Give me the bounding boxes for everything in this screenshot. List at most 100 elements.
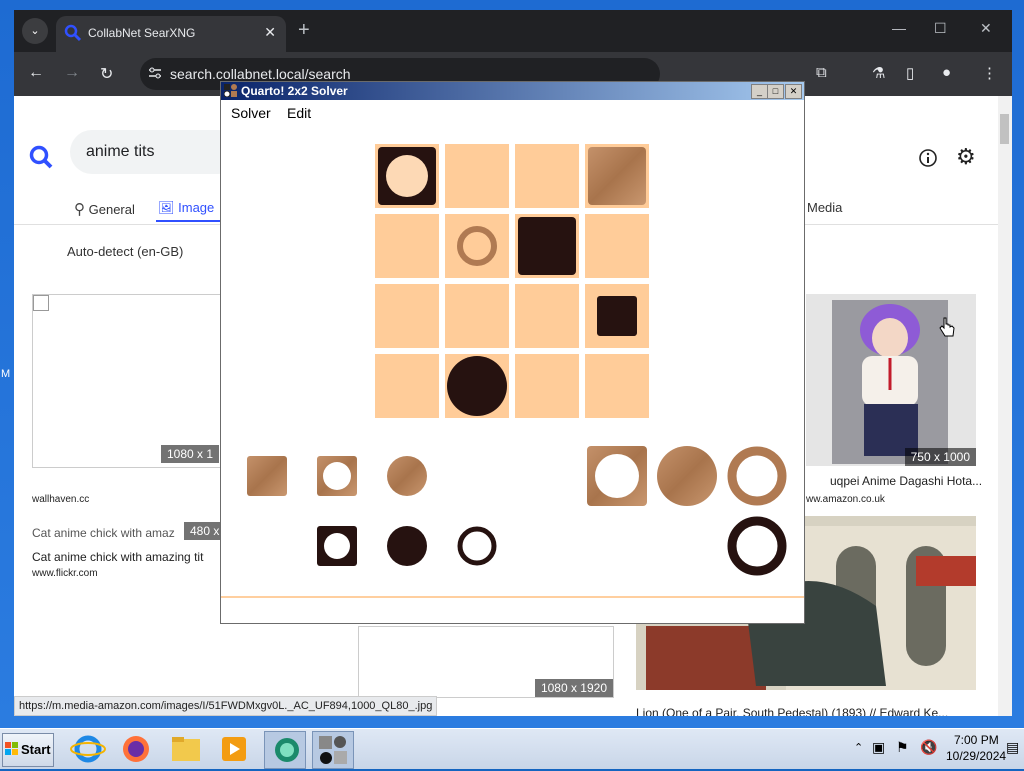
tray-expand-icon[interactable]: ⌃ bbox=[854, 741, 863, 754]
board-cell[interactable] bbox=[585, 214, 649, 278]
result-source[interactable]: www.flickr.com bbox=[32, 568, 98, 579]
search-icon: ⚲ bbox=[74, 201, 85, 218]
placed-piece-dark-round[interactable] bbox=[447, 356, 507, 416]
tab-title: CollabNet SearXNG bbox=[88, 26, 196, 40]
board-cell[interactable] bbox=[585, 354, 649, 418]
folder-icon bbox=[172, 737, 200, 761]
image-result-3[interactable]: 1080 x 1920 bbox=[358, 626, 614, 698]
taskbar-quarto-button[interactable] bbox=[312, 731, 354, 769]
image-size-badge: 750 x 1000 bbox=[904, 448, 976, 466]
available-piece-dark-small-round-hollow[interactable] bbox=[457, 526, 497, 566]
media-player-icon bbox=[222, 737, 246, 761]
close-window-icon[interactable]: ✕ bbox=[980, 20, 992, 37]
available-piece-light-small-square[interactable] bbox=[247, 456, 287, 496]
taskbar: Start ⌃ ▣ ⚑ 🔇 7:00 PM 10/29/2024 ▤ bbox=[0, 728, 1024, 769]
available-piece-light-small-square-hollow[interactable] bbox=[317, 456, 357, 496]
image-icon: 🖼 bbox=[158, 200, 175, 215]
quarto-solver-window: Quarto! 2x2 Solver _ □ ✕ Solver Edit bbox=[220, 81, 805, 624]
settings-gear-icon[interactable]: ⚙ bbox=[956, 144, 976, 170]
board-cell[interactable] bbox=[515, 144, 579, 208]
extensions-icon[interactable]: ⧉ bbox=[816, 64, 827, 81]
tab-search-menu-button[interactable]: ⌄ bbox=[22, 18, 48, 44]
board-cell[interactable] bbox=[515, 354, 579, 418]
address-url: search.collabnet.local/search bbox=[170, 66, 351, 82]
result-caption[interactable]: Cat anime chick with amazing tit bbox=[32, 550, 203, 564]
search-query: anime tits bbox=[86, 143, 155, 160]
category-general-label: General bbox=[88, 202, 135, 217]
start-label: Start bbox=[21, 742, 51, 757]
tab-strip: ⌄ CollabNet SearXNG ✕ + — ☐ ✕ bbox=[14, 10, 1012, 52]
placed-piece-dark-small-square[interactable] bbox=[597, 296, 637, 336]
tab-close-icon[interactable]: ✕ bbox=[264, 24, 276, 41]
category-tab-media[interactable]: Media bbox=[807, 200, 842, 215]
broken-image-alt[interactable]: Cat anime chick with amaz bbox=[32, 526, 175, 540]
search-input[interactable]: anime tits bbox=[70, 130, 240, 174]
scroll-thumb[interactable] bbox=[1000, 114, 1009, 144]
available-piece-dark-small-round[interactable] bbox=[387, 526, 427, 566]
available-piece-light-small-round[interactable] bbox=[387, 456, 427, 496]
available-piece-light-round-hollow[interactable] bbox=[727, 446, 787, 506]
side-panel-icon[interactable]: ▯ bbox=[906, 64, 914, 82]
quarto-status-line bbox=[221, 596, 804, 598]
board-cell[interactable] bbox=[515, 284, 579, 348]
board-cell[interactable] bbox=[445, 214, 509, 278]
internet-explorer-icon bbox=[70, 735, 106, 763]
browser-menu-icon[interactable]: ⋮ bbox=[982, 64, 997, 82]
page-scrollbar[interactable] bbox=[998, 96, 1012, 716]
result-source[interactable]: ww.amazon.co.uk bbox=[806, 494, 885, 505]
quarto-board-area bbox=[247, 144, 787, 576]
available-piece-light-square-hollow[interactable] bbox=[587, 446, 647, 506]
searxng-logo-icon[interactable] bbox=[28, 144, 54, 170]
start-button[interactable]: Start bbox=[2, 733, 54, 767]
result-caption[interactable]: Lion (One of a Pair, South Pedestal) (18… bbox=[636, 706, 948, 716]
maximize-icon[interactable]: ☐ bbox=[934, 20, 947, 37]
back-icon[interactable]: ← bbox=[28, 64, 44, 82]
taskbar-ie-button[interactable] bbox=[68, 731, 108, 767]
available-piece-dark-round-hollow[interactable] bbox=[727, 516, 787, 576]
new-tab-icon[interactable]: + bbox=[298, 20, 310, 40]
site-info-icon[interactable] bbox=[148, 66, 162, 83]
desktop-edge-label: M bbox=[1, 368, 11, 380]
category-image-label: Image bbox=[178, 200, 215, 215]
image-size-badge: 1080 x 1 bbox=[161, 445, 220, 463]
clock-time[interactable]: 7:00 PM bbox=[954, 733, 999, 747]
volume-muted-icon[interactable]: 🔇 bbox=[920, 739, 937, 756]
action-center-flag-icon[interactable]: ⚑ bbox=[896, 739, 909, 756]
forward-icon[interactable]: → bbox=[64, 64, 80, 82]
board-cell[interactable] bbox=[375, 284, 439, 348]
result-caption[interactable]: uqpei Anime Dagashi Hota... bbox=[830, 474, 982, 488]
image-result-1[interactable]: 1080 x 1 bbox=[32, 294, 234, 468]
network-icon[interactable]: ▣ bbox=[872, 739, 885, 756]
result-source[interactable]: wallhaven.cc bbox=[32, 494, 89, 505]
clock-date[interactable]: 10/29/2024 bbox=[946, 749, 1006, 763]
placed-piece-dark-square-hollow[interactable] bbox=[378, 147, 436, 205]
board-cell[interactable] bbox=[445, 284, 509, 348]
language-selector[interactable]: Auto-detect (en-GB) bbox=[67, 244, 183, 259]
browser-tab[interactable]: CollabNet SearXNG ✕ bbox=[56, 16, 286, 52]
quarto-taskbar-icon bbox=[319, 736, 347, 764]
board-cell[interactable] bbox=[375, 354, 439, 418]
image-size-badge: 1080 x 1920 bbox=[534, 679, 613, 697]
available-piece-light-round[interactable] bbox=[657, 446, 717, 506]
firefox-icon bbox=[123, 736, 149, 762]
placed-piece-dark-square[interactable] bbox=[518, 217, 576, 275]
placed-piece-light-square[interactable] bbox=[588, 147, 646, 205]
available-piece-dark-small-square-hollow[interactable] bbox=[317, 526, 357, 566]
taskbar-media-button[interactable] bbox=[214, 731, 254, 767]
board-cell[interactable] bbox=[445, 144, 509, 208]
hand-cursor-icon bbox=[939, 317, 955, 337]
category-tab-image[interactable]: 🖼 Image bbox=[158, 200, 214, 216]
windows-logo-icon bbox=[5, 742, 18, 755]
board-cell[interactable] bbox=[375, 214, 439, 278]
taskbar-firefox-button[interactable] bbox=[116, 731, 156, 767]
taskbar-chat-button[interactable] bbox=[264, 731, 306, 769]
taskbar-explorer-button[interactable] bbox=[166, 731, 206, 767]
labs-icon[interactable]: ⚗ bbox=[872, 64, 885, 82]
category-tab-general[interactable]: ⚲ General bbox=[74, 200, 135, 218]
reload-icon[interactable]: ↻ bbox=[100, 64, 113, 84]
broken-image-icon bbox=[33, 295, 49, 311]
show-desktop-icon[interactable]: ▤ bbox=[1006, 739, 1019, 756]
profile-icon[interactable]: ● bbox=[942, 64, 951, 81]
minimize-icon[interactable]: — bbox=[892, 20, 906, 36]
info-icon[interactable] bbox=[918, 148, 938, 168]
